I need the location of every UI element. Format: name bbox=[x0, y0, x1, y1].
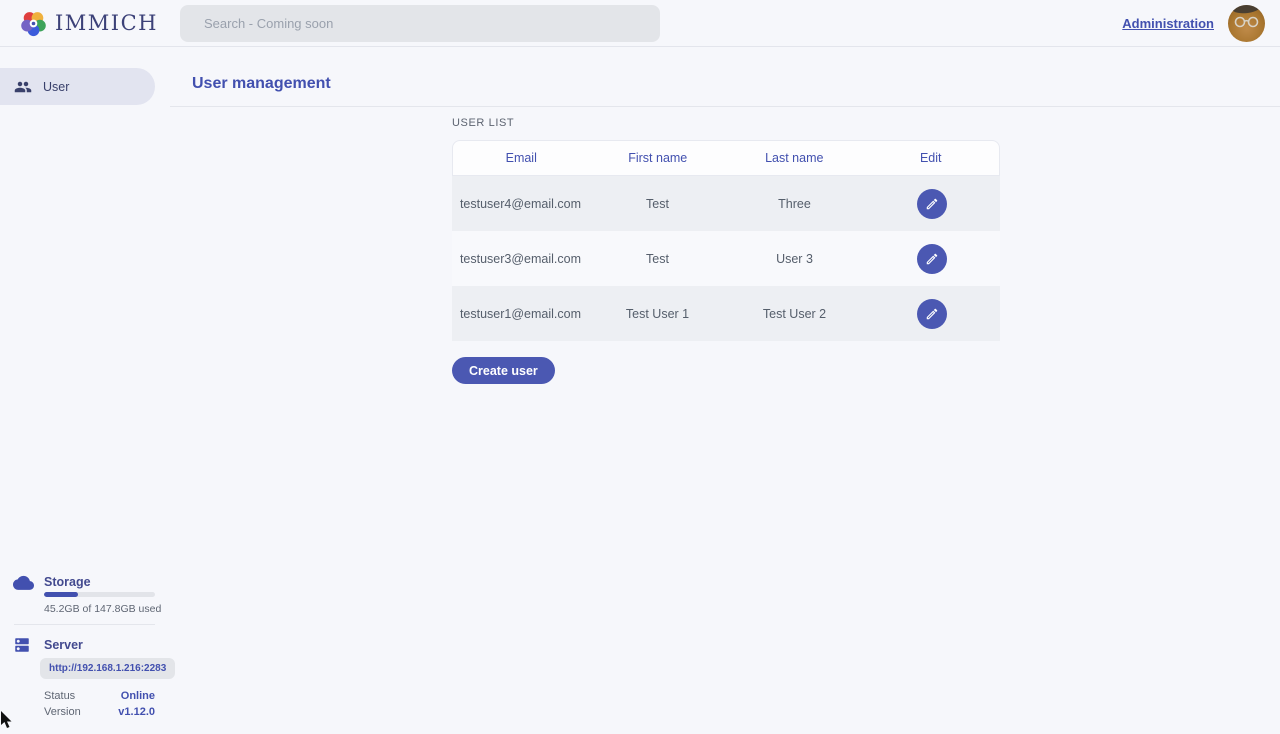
cloud-icon bbox=[13, 574, 34, 595]
cell-email: testuser1@email.com bbox=[452, 286, 589, 341]
glasses-icon bbox=[1232, 16, 1262, 28]
mouse-cursor bbox=[0, 711, 14, 734]
top-bar: IMMICH Administration bbox=[0, 0, 1280, 47]
server-title: Server bbox=[44, 638, 83, 652]
server-dns-icon bbox=[13, 636, 31, 659]
create-user-button[interactable]: Create user bbox=[452, 357, 555, 384]
sidebar-item-label: User bbox=[43, 80, 69, 94]
edit-user-button[interactable] bbox=[917, 244, 947, 274]
cell-last-name: Test User 2 bbox=[726, 286, 863, 341]
table-row: testuser1@email.com Test User 1 Test Use… bbox=[452, 286, 1000, 341]
column-header-email: Email bbox=[453, 141, 590, 175]
server-version-label: Version bbox=[44, 706, 81, 718]
cell-last-name: Three bbox=[726, 176, 863, 231]
immich-flower-icon bbox=[20, 10, 47, 37]
column-header-first-name: First name bbox=[590, 141, 727, 175]
user-table: Email First name Last name Edit testuser… bbox=[452, 140, 1000, 341]
search-input[interactable] bbox=[180, 5, 660, 42]
column-header-last-name: Last name bbox=[726, 141, 863, 175]
storage-title: Storage bbox=[44, 575, 91, 589]
title-divider bbox=[170, 106, 1280, 107]
pencil-icon bbox=[925, 197, 939, 211]
edit-user-button[interactable] bbox=[917, 189, 947, 219]
cell-email: testuser3@email.com bbox=[452, 231, 589, 286]
app-logo[interactable]: IMMICH bbox=[20, 10, 158, 37]
storage-progressbar bbox=[44, 592, 155, 597]
cell-first-name: Test bbox=[589, 231, 726, 286]
pencil-icon bbox=[925, 252, 939, 266]
table-row: testuser3@email.com Test User 3 bbox=[452, 231, 1000, 286]
sidebar-divider bbox=[14, 624, 155, 625]
server-status-value: Online bbox=[121, 690, 155, 702]
cell-first-name: Test bbox=[589, 176, 726, 231]
cell-last-name: User 3 bbox=[726, 231, 863, 286]
app-title: IMMICH bbox=[55, 11, 158, 35]
server-version-value: v1.12.0 bbox=[118, 706, 155, 718]
cell-first-name: Test User 1 bbox=[589, 286, 726, 341]
user-avatar[interactable] bbox=[1228, 5, 1265, 42]
server-url-badge: http://192.168.1.216:2283 bbox=[40, 658, 175, 679]
administration-link[interactable]: Administration bbox=[1122, 16, 1214, 31]
storage-usage-text: 45.2GB of 147.8GB used bbox=[44, 603, 161, 615]
storage-progress-fill bbox=[44, 592, 78, 597]
page-title: User management bbox=[192, 75, 331, 93]
server-status-label: Status bbox=[44, 690, 75, 702]
edit-user-button[interactable] bbox=[917, 299, 947, 329]
sidebar-item-user[interactable]: User bbox=[0, 68, 155, 105]
cell-email: testuser4@email.com bbox=[452, 176, 589, 231]
users-group-icon bbox=[14, 78, 32, 96]
user-list-heading: USER LIST bbox=[452, 117, 514, 129]
table-row: testuser4@email.com Test Three bbox=[452, 176, 1000, 231]
table-header-row: Email First name Last name Edit bbox=[452, 140, 1000, 176]
column-header-edit: Edit bbox=[863, 141, 1000, 175]
pencil-icon bbox=[925, 307, 939, 321]
